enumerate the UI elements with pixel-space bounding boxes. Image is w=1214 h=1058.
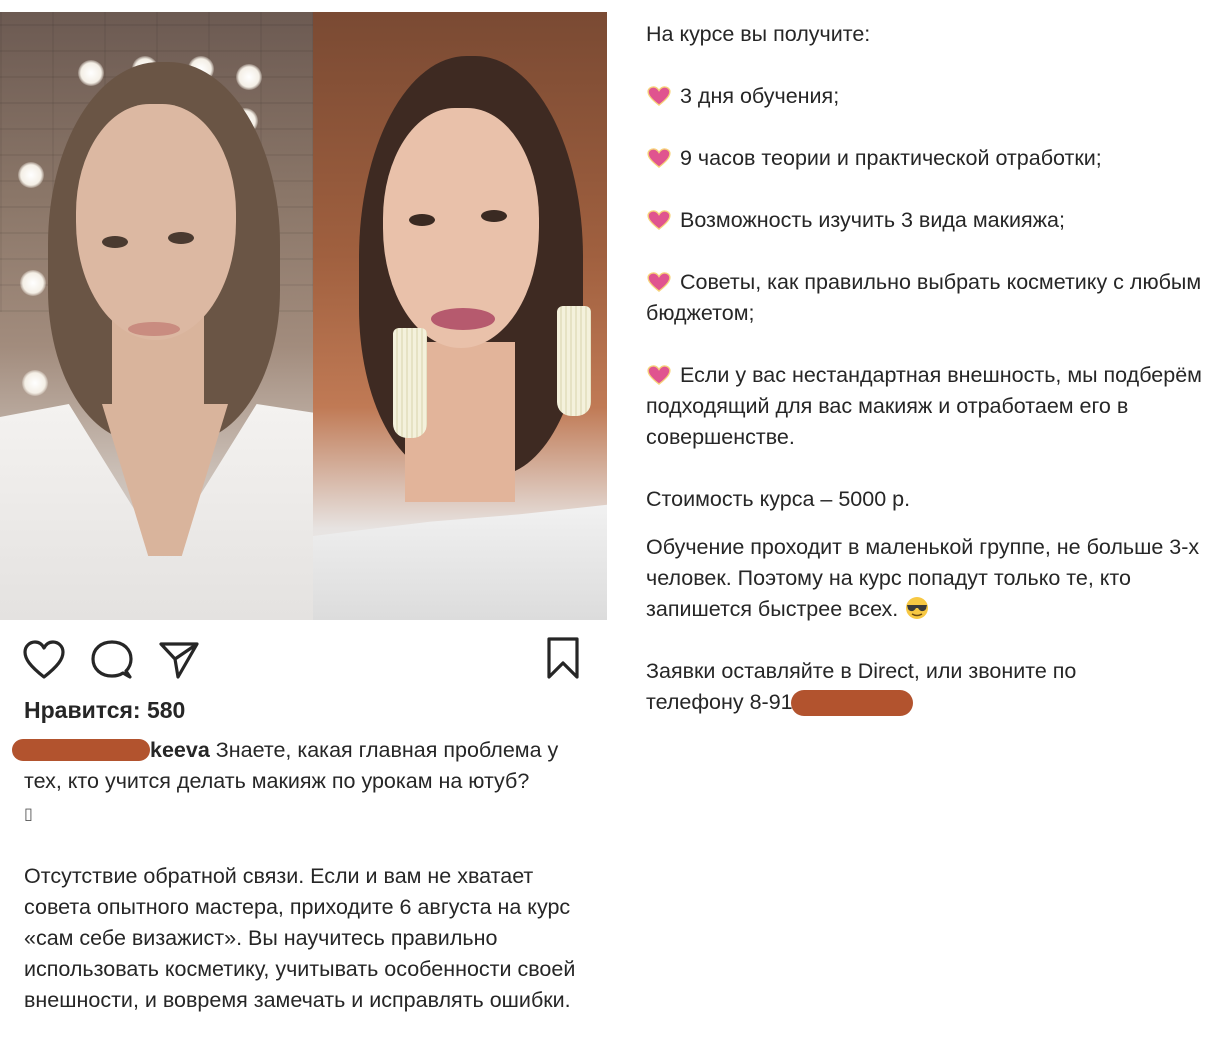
list-item: 3 дня обучения; — [646, 81, 1206, 112]
after-photo — [313, 12, 607, 620]
heart-outline-icon[interactable] — [22, 640, 66, 680]
heart-bullet-icon — [647, 210, 671, 230]
missing-emoji-glyph: ▯ — [24, 806, 33, 823]
sunglasses-emoji-icon — [906, 597, 929, 619]
caption-first-paragraph: keeva Знаете, какая главная проблема у т… — [12, 735, 599, 830]
contacts: Заявки оставляйте в Direct, или звоните … — [646, 659, 1077, 716]
list-item: Если у вас нестандартная внешность, мы п… — [646, 363, 1202, 449]
list-item: Возможность изучить 3 вида макияжа; — [646, 205, 1206, 236]
group-note: Обучение проходит в маленькой группе, не… — [646, 535, 1200, 621]
before-photo — [0, 12, 313, 620]
course-intro: На курсе вы получите: — [646, 22, 871, 46]
username[interactable]: keeva — [150, 735, 210, 766]
post-caption: keeva Знаете, какая главная проблема у т… — [12, 735, 599, 1016]
list-item: 9 часов теории и практической отработки; — [646, 143, 1206, 174]
speech-bubble-icon[interactable] — [90, 639, 134, 681]
heart-bullet-icon — [647, 272, 671, 292]
list-item: Советы, как правильно выбрать косметику … — [646, 270, 1202, 325]
paper-plane-icon[interactable] — [158, 640, 200, 680]
post-photo[interactable] — [0, 12, 607, 620]
caption-second-paragraph: Отсутствие обратной связи. Если и вам не… — [24, 864, 576, 1012]
heart-bullet-icon — [647, 86, 671, 106]
redacted-username — [12, 739, 150, 761]
redacted-phone-number — [790, 690, 913, 716]
course-price: Стоимость курса – 5000 р. — [646, 487, 911, 511]
heart-bullet-icon — [647, 365, 671, 385]
bookmark-icon[interactable] — [546, 636, 580, 680]
heart-bullet-icon — [647, 148, 671, 168]
course-details: На курсе вы получите: 3 дня обучения; 9 … — [646, 19, 1206, 718]
likes-count[interactable]: Нравится: 580 — [24, 697, 185, 724]
